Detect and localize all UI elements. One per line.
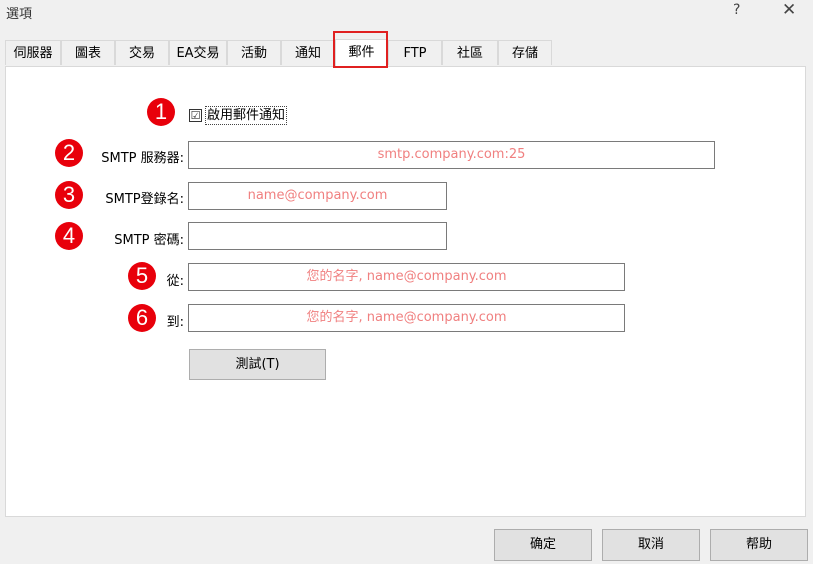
tab-ftp[interactable]: FTP bbox=[388, 40, 442, 65]
to-label: 到: bbox=[166, 315, 184, 330]
smtp-login-label: SMTP登錄名: bbox=[105, 192, 184, 207]
from-input[interactable]: 您的名字, name@company.com bbox=[188, 263, 625, 291]
step-badge-2: 2 bbox=[55, 139, 83, 167]
smtp-password-label: SMTP 密碼: bbox=[114, 233, 184, 248]
enable-mail-label[interactable]: 啟用郵件通知 bbox=[205, 106, 288, 125]
active-tab-highlight bbox=[333, 31, 388, 68]
step-badge-5: 5 bbox=[128, 262, 156, 290]
test-button[interactable]: 測試(T) bbox=[189, 349, 326, 380]
step-badge-3: 3 bbox=[55, 181, 83, 209]
to-input[interactable]: 您的名字, name@company.com bbox=[188, 304, 625, 332]
title-bar: 選項 ? ✕ bbox=[0, 0, 813, 24]
window-title: 選項 bbox=[6, 7, 33, 22]
step-badge-4: 4 bbox=[55, 222, 83, 250]
close-icon[interactable]: ✕ bbox=[782, 0, 796, 20]
tab-events[interactable]: 活動 bbox=[227, 40, 281, 65]
smtp-password-input[interactable] bbox=[188, 222, 447, 250]
step-badge-6: 6 bbox=[128, 304, 156, 332]
tab-charts[interactable]: 圖表 bbox=[61, 40, 115, 65]
tab-notifications[interactable]: 通知 bbox=[281, 40, 335, 65]
tab-expert-advisors[interactable]: EA交易 bbox=[169, 40, 227, 65]
step-badge-1: 1 bbox=[147, 98, 175, 126]
mail-settings-panel bbox=[5, 66, 806, 517]
enable-mail-checkbox[interactable]: ☑ bbox=[189, 109, 202, 122]
tab-community[interactable]: 社區 bbox=[442, 40, 498, 65]
help-icon[interactable]: ? bbox=[733, 2, 740, 18]
help-button[interactable]: 帮助 bbox=[710, 529, 808, 561]
tab-trade[interactable]: 交易 bbox=[115, 40, 169, 65]
smtp-server-label: SMTP 服務器: bbox=[101, 151, 184, 166]
tab-server[interactable]: 伺服器 bbox=[5, 40, 61, 65]
tab-storage[interactable]: 存儲 bbox=[498, 40, 552, 65]
ok-button[interactable]: 确定 bbox=[494, 529, 592, 561]
from-label: 從: bbox=[166, 274, 184, 289]
smtp-login-input[interactable]: name@company.com bbox=[188, 182, 447, 210]
cancel-button[interactable]: 取消 bbox=[602, 529, 700, 561]
smtp-server-input[interactable]: smtp.company.com:25 bbox=[188, 141, 715, 169]
